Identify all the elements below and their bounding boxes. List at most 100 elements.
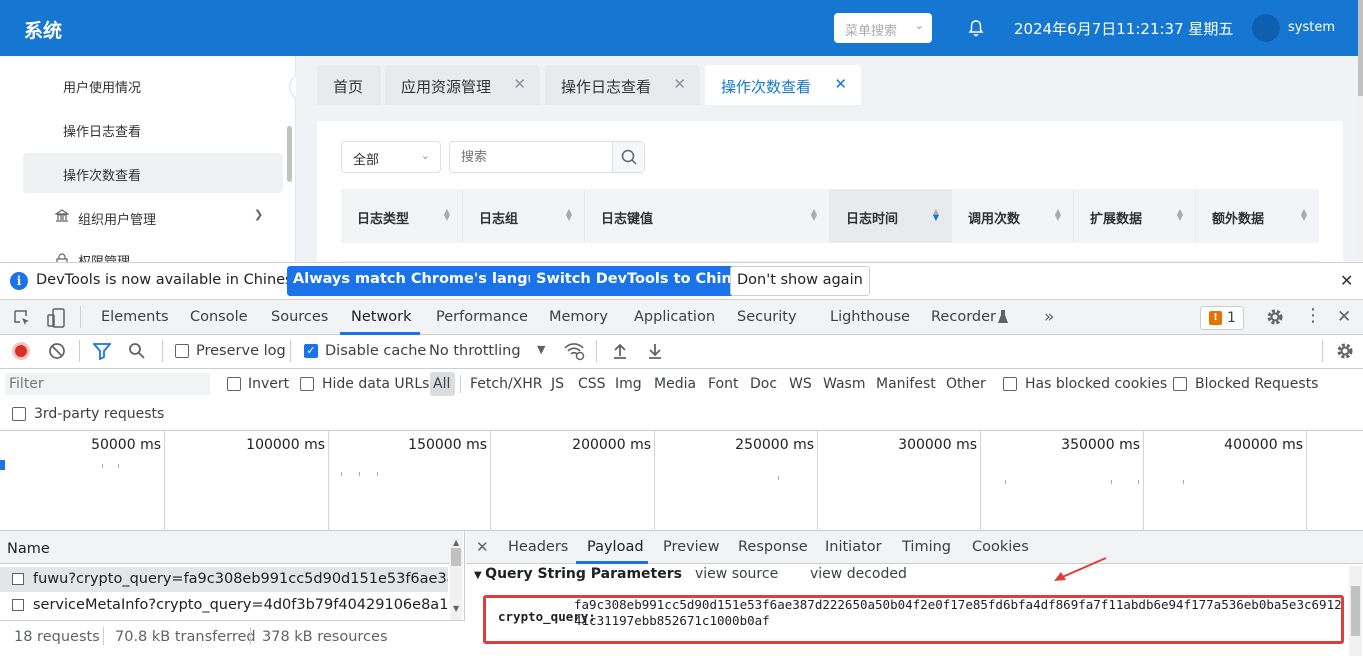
sort-icon[interactable]: ▲ ▼ (933, 208, 939, 222)
tab-operation-log[interactable]: 操作日志查看 ✕ (545, 65, 700, 105)
has-blocked-cookies-label[interactable]: Has blocked cookies (1025, 376, 1167, 392)
sort-icon[interactable]: ▲ ▼ (1301, 208, 1307, 222)
hide-data-urls-label[interactable]: Hide data URLs (322, 376, 429, 392)
third-party-label[interactable]: 3rd-party requests (34, 406, 164, 422)
sort-icon[interactable]: ▲ ▼ (1055, 208, 1061, 222)
sort-icon[interactable]: ▲ ▼ (566, 208, 572, 222)
username[interactable]: system (1288, 20, 1335, 35)
kebab-menu-icon[interactable]: ⋮ (1304, 307, 1322, 325)
filter-type-js[interactable]: JS (551, 376, 564, 392)
filter-type-img[interactable]: Img (615, 376, 642, 392)
column-header[interactable]: 日志时间 ▲ ▼ (830, 189, 952, 243)
sidebar-item-operation-count[interactable]: 操作次数查看 (63, 165, 141, 184)
search-input[interactable] (450, 142, 613, 172)
tab-initiator[interactable]: Initiator (825, 539, 882, 555)
sidebar-item-org-users[interactable]: 组织用户管理 (78, 209, 156, 228)
tab-performance[interactable]: Performance (436, 309, 528, 325)
disable-cache-label[interactable]: Disable cache (325, 343, 426, 359)
import-har-icon[interactable] (611, 342, 629, 364)
column-header[interactable]: 扩展数据 ▲ ▼ (1074, 189, 1196, 243)
sidebar-scrollbar[interactable] (287, 126, 292, 182)
overview-selection-handle[interactable] (0, 460, 5, 470)
tab-response[interactable]: Response (738, 539, 808, 555)
request-row[interactable]: serviceMetaInfo?crypto_query=4d0f3b79f40… (0, 593, 448, 618)
filter-type-manifest[interactable]: Manifest (876, 376, 936, 392)
search-icon[interactable] (128, 342, 146, 364)
type-select[interactable]: 全部 ⌄ (341, 141, 441, 173)
column-header[interactable]: 日志组 ▲ ▼ (463, 189, 585, 243)
sidebar-item-operation-log[interactable]: 操作日志查看 (63, 121, 141, 140)
tab-network[interactable]: Network (351, 309, 412, 325)
tab-cookies[interactable]: Cookies (972, 539, 1029, 555)
tab-recorder[interactable]: Recorder (931, 309, 996, 325)
tab-elements[interactable]: Elements (101, 309, 169, 325)
tab-lighthouse[interactable]: Lighthouse (830, 309, 910, 325)
view-source-link[interactable]: view source (695, 566, 778, 582)
tab-memory[interactable]: Memory (549, 309, 608, 325)
filter-type-all[interactable]: All (433, 376, 450, 392)
tab-preview[interactable]: Preview (663, 539, 719, 555)
preserve-log-checkbox[interactable] (175, 344, 189, 358)
has-blocked-cookies-checkbox[interactable] (1003, 377, 1017, 391)
column-header[interactable]: 额外数据 ▲ ▼ (1196, 189, 1319, 243)
close-icon[interactable]: ✕ (476, 538, 489, 556)
dont-show-again-button[interactable]: Don't show again (730, 266, 870, 296)
filter-type-font[interactable]: Font (708, 376, 738, 392)
invert-label[interactable]: Invert (248, 376, 289, 392)
column-header[interactable]: 日志类型 ▲ ▼ (341, 189, 463, 243)
more-tabs-icon[interactable]: » (1044, 307, 1054, 327)
search-button[interactable] (612, 142, 644, 172)
filter-icon[interactable] (92, 342, 112, 364)
gear-icon[interactable] (1265, 307, 1285, 331)
sidebar-item-usage[interactable]: 用户使用情况 (63, 77, 141, 96)
filter-type-doc[interactable]: Doc (750, 376, 777, 392)
inspect-element-icon[interactable] (12, 308, 32, 332)
filter-type-other[interactable]: Other (946, 376, 986, 392)
filter-input[interactable] (5, 373, 210, 395)
scroll-thumb[interactable] (451, 548, 461, 566)
throttling-select[interactable]: No throttling (429, 343, 521, 359)
query-params-section[interactable]: ▼ Query String Parameters (474, 566, 682, 582)
issues-badge[interactable]: ! 1 (1200, 306, 1244, 330)
scroll-up-icon[interactable]: ▲ (453, 538, 459, 547)
filter-type-wasm[interactable]: Wasm (823, 376, 865, 392)
gear-icon[interactable] (1335, 341, 1355, 365)
close-icon[interactable]: ✕ (1340, 271, 1353, 290)
tab-headers[interactable]: Headers (508, 539, 568, 555)
detail-scrollbar[interactable] (1349, 566, 1362, 656)
tab-application[interactable]: Application (634, 309, 715, 325)
close-icon[interactable]: ✕ (834, 75, 847, 93)
invert-checkbox[interactable] (227, 377, 241, 391)
tab-operation-count[interactable]: 操作次数查看 ✕ (705, 65, 861, 105)
table-row[interactable] (341, 243, 1319, 262)
sort-icon[interactable]: ▲ ▼ (444, 208, 450, 222)
scroll-down-icon[interactable]: ▼ (453, 604, 459, 613)
tab-app-resources[interactable]: 应用资源管理 ✕ (385, 65, 540, 105)
page-scrollbar[interactable] (1358, 0, 1363, 262)
clear-icon[interactable] (48, 342, 66, 364)
preserve-log-label[interactable]: Preserve log (196, 343, 286, 359)
sort-icon[interactable]: ▲ ▼ (1177, 208, 1183, 222)
view-decoded-link[interactable]: view decoded (810, 566, 907, 582)
name-column-header[interactable]: Name (7, 541, 50, 557)
avatar[interactable] (1252, 14, 1280, 42)
column-header[interactable]: 调用次数 ▲ ▼ (952, 189, 1074, 243)
menu-search-select[interactable]: 菜单搜索 ⌄ (834, 13, 932, 43)
tab-sources[interactable]: Sources (271, 309, 328, 325)
tab-console[interactable]: Console (190, 309, 248, 325)
filter-type-fetch-xhr[interactable]: Fetch/XHR (470, 376, 543, 392)
filter-type-ws[interactable]: WS (789, 376, 812, 392)
filter-type-css[interactable]: CSS (578, 376, 606, 392)
dropdown-arrow-icon[interactable]: ▼ (537, 343, 545, 356)
close-icon[interactable]: ✕ (513, 75, 526, 93)
sort-icon[interactable]: ▲ ▼ (811, 208, 817, 222)
hide-data-urls-checkbox[interactable] (300, 377, 314, 391)
close-icon[interactable]: ✕ (673, 75, 686, 93)
device-toolbar-icon[interactable] (46, 307, 66, 333)
blocked-requests-label[interactable]: Blocked Requests (1195, 376, 1318, 392)
close-icon[interactable]: ✕ (1337, 307, 1351, 327)
tab-security[interactable]: Security (737, 309, 797, 325)
network-conditions-icon[interactable] (563, 341, 585, 365)
tab-payload[interactable]: Payload (587, 539, 644, 555)
disable-cache-checkbox[interactable]: ✓ (304, 344, 318, 358)
